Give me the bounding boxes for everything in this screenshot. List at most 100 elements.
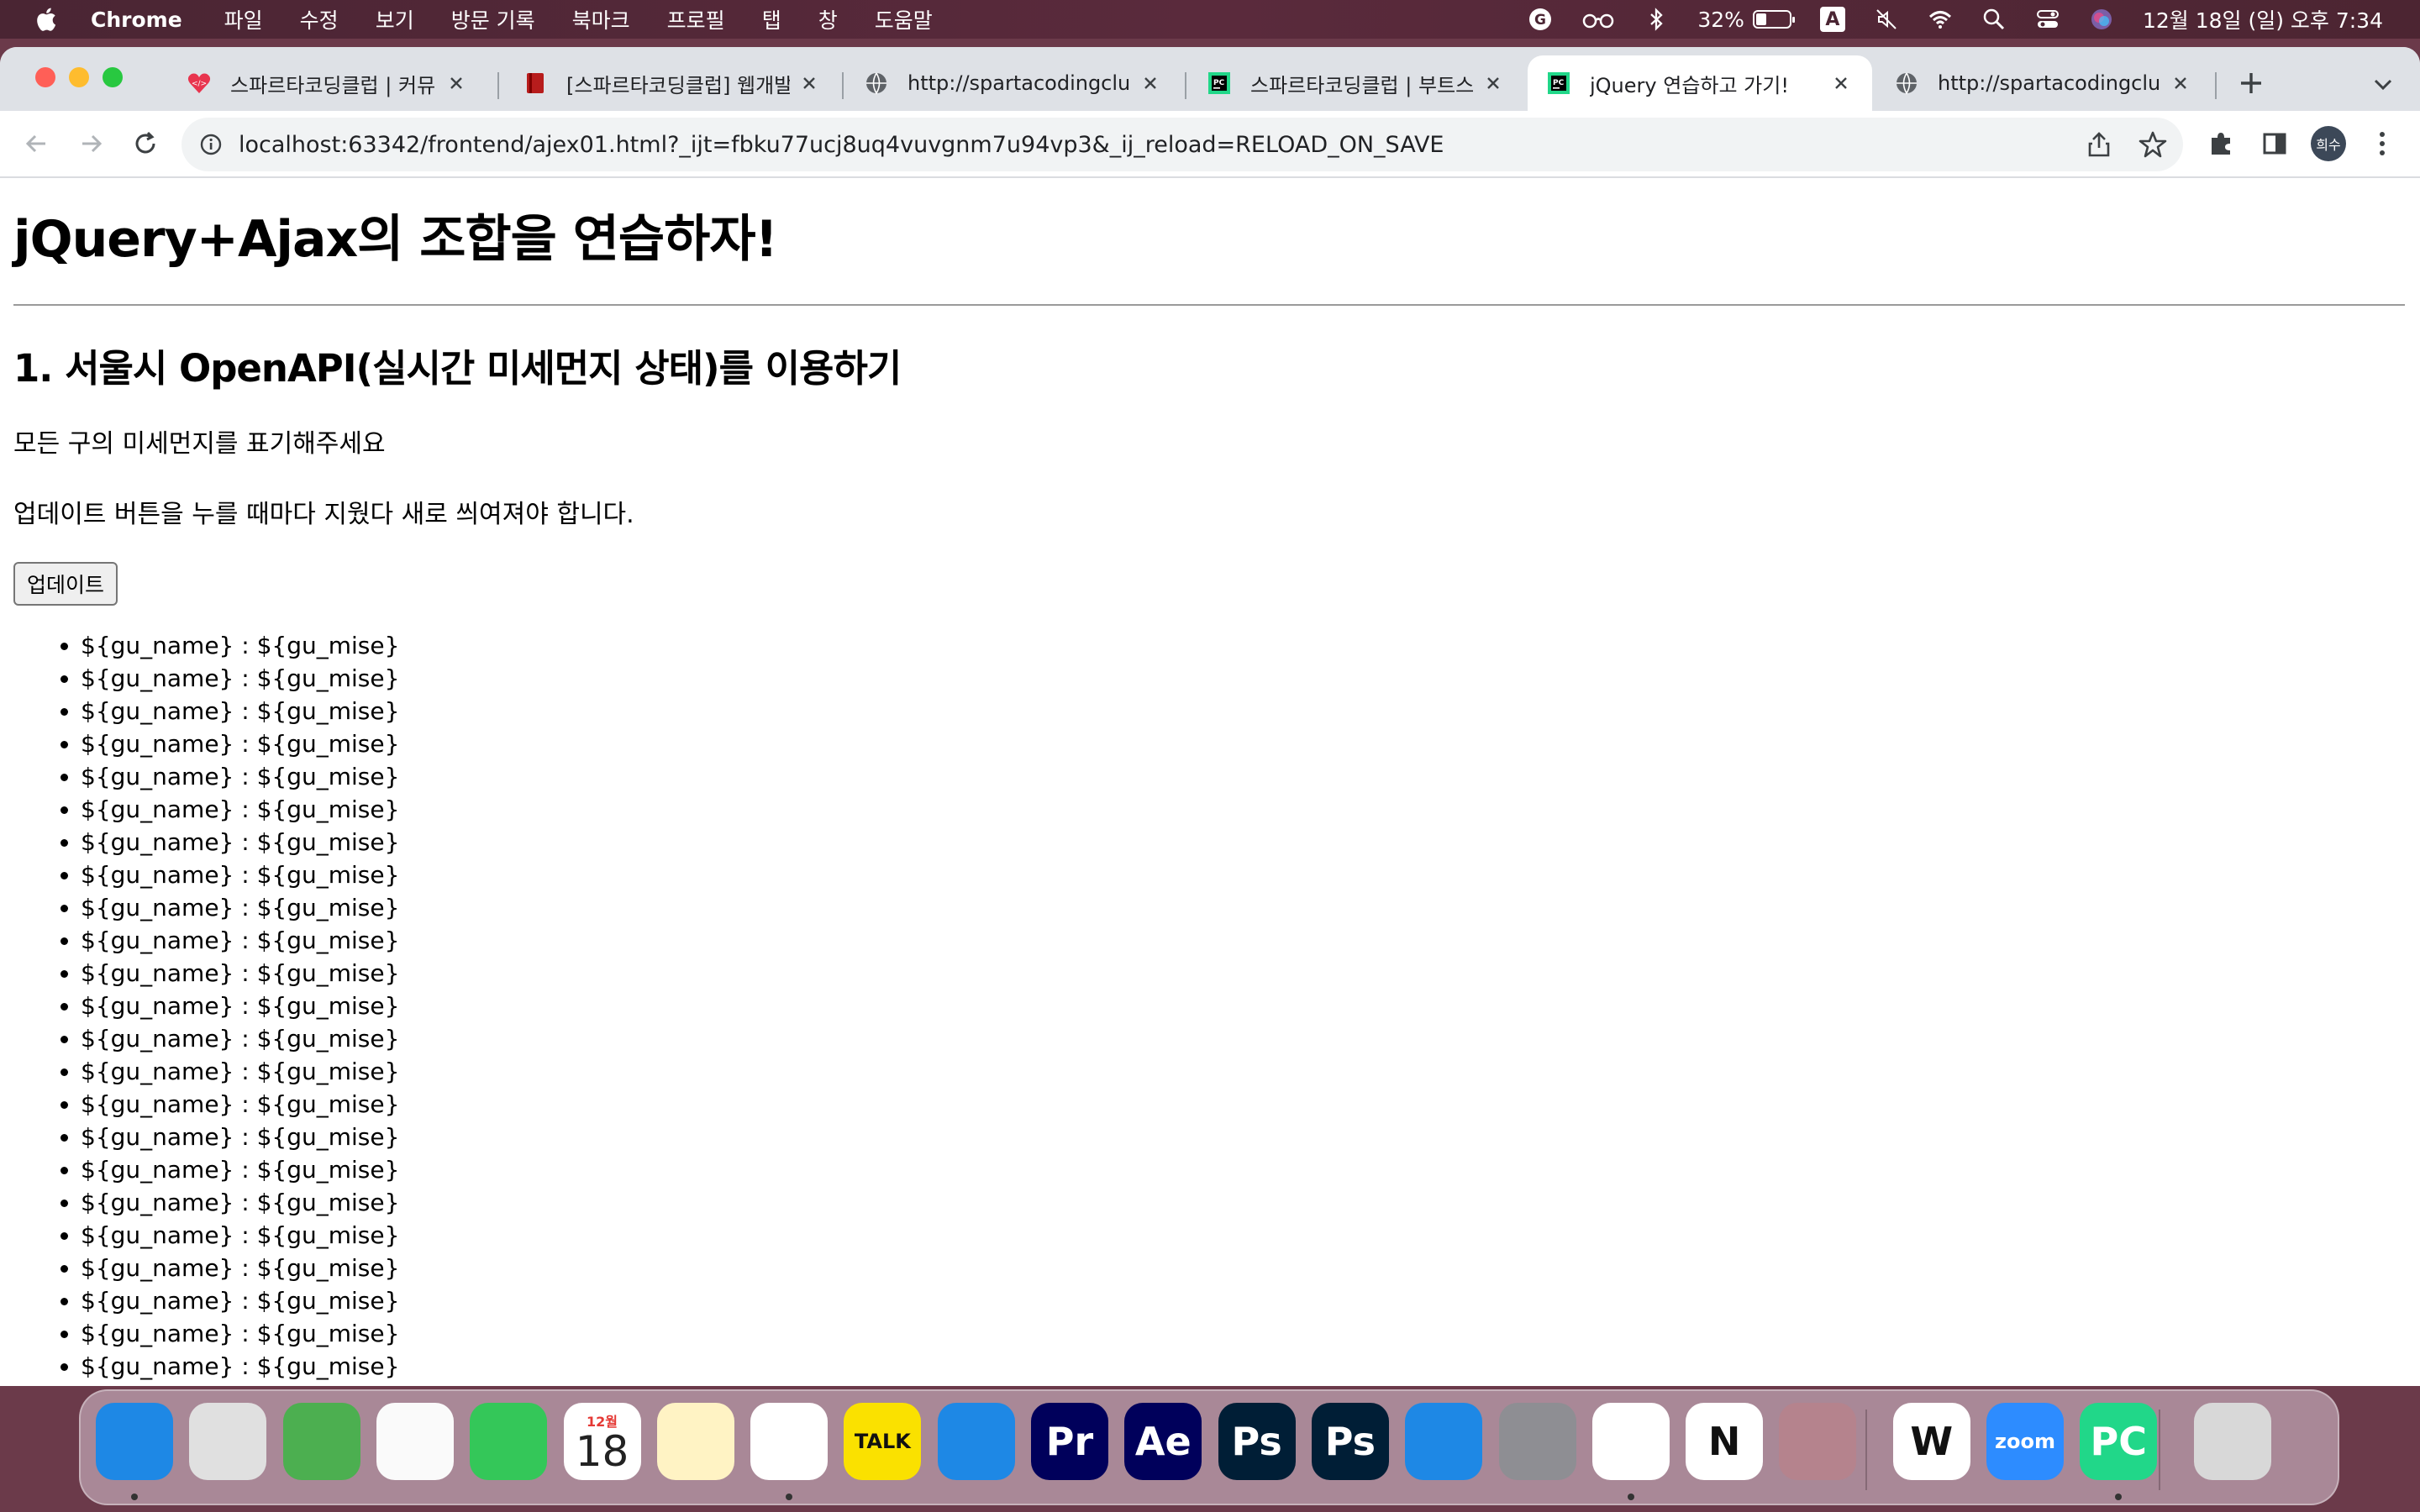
back-arrow-icon xyxy=(25,134,45,153)
instruction-text-2: 업데이트 버튼을 누를 때마다 지웠다 새로 씌여져야 합니다. xyxy=(13,500,634,529)
update-button[interactable]: 업데이트 xyxy=(13,562,118,606)
apple-icon[interactable] xyxy=(34,6,57,33)
dock-separator xyxy=(2159,1410,2160,1490)
finder-icon[interactable] xyxy=(96,1403,173,1480)
svg-text:</>: </> xyxy=(192,80,207,88)
window-minimize-button[interactable] xyxy=(69,67,89,87)
zoom-icon[interactable]: zoom xyxy=(1986,1403,2064,1480)
list-item: ${gu_name} : ${gu_mise} xyxy=(81,760,2420,793)
tab-spartacodingclub-url-2[interactable]: http://spartacodingclub. xyxy=(1876,55,2212,111)
tab-close-icon[interactable] xyxy=(444,71,469,96)
dock-app-label: N xyxy=(1707,1419,1741,1464)
puzzle-piece-icon xyxy=(2212,133,2230,155)
bookmark-star-icon[interactable] xyxy=(2138,129,2168,160)
list-item: ${gu_name} : ${gu_mise} xyxy=(81,891,2420,924)
app-store-icon[interactable] xyxy=(1405,1403,1483,1480)
menu-help[interactable]: 도움말 xyxy=(875,4,933,34)
photos-icon[interactable] xyxy=(376,1403,454,1480)
menu-history[interactable]: 방문 기록 xyxy=(451,4,535,34)
system-preferences-icon[interactable] xyxy=(1498,1403,1576,1480)
tab-close-icon[interactable] xyxy=(1828,71,1854,96)
grammarly-icon[interactable]: G xyxy=(1528,7,1553,32)
list-item: ${gu_name} : ${gu_mise} xyxy=(81,990,2420,1022)
tab-title: http://spartacodingclub. xyxy=(1938,71,2161,95)
dock-app-label: Ps xyxy=(1231,1419,1282,1464)
premiere-icon[interactable]: Pr xyxy=(1031,1403,1108,1480)
forward-arrow-icon xyxy=(82,134,103,153)
tab-jquery-practice[interactable]: PC jQuery 연습하고 가기! xyxy=(1528,55,1872,111)
word-icon[interactable]: W xyxy=(1892,1403,1970,1480)
menu-edit[interactable]: 수정 xyxy=(300,4,339,34)
back-button[interactable] xyxy=(18,126,54,161)
siri-icon[interactable] xyxy=(2089,7,2114,32)
notes-icon[interactable] xyxy=(656,1403,734,1480)
extensions-button[interactable] xyxy=(2203,126,2238,161)
wifi-icon[interactable] xyxy=(1928,7,1953,32)
kakaotalk-icon[interactable]: TALK xyxy=(844,1403,922,1480)
list-item: ${gu_name} : ${gu_mise} xyxy=(81,727,2420,760)
tab-title: http://spartacodingclub. xyxy=(908,71,1131,95)
tab-title: 스파르타코딩클럽 | 부트스트 xyxy=(1250,73,1474,97)
after-effects-icon[interactable]: Ae xyxy=(1124,1403,1202,1480)
address-bar[interactable]: localhost:63342/frontend/ajex01.html?_ij… xyxy=(182,118,2183,171)
tab-close-icon[interactable] xyxy=(797,71,822,96)
input-source-icon[interactable]: A xyxy=(1819,7,1845,32)
tab-sparta-community[interactable]: </> 스파르타코딩클럽 | 커뮤니티 xyxy=(168,55,487,111)
trash-icon[interactable] xyxy=(2193,1403,2271,1480)
photoshop-beta-icon[interactable]: Ps xyxy=(1311,1403,1389,1480)
tab-sparta-bootstrap[interactable]: PC 스파르타코딩클럽 | 부트스트 xyxy=(1188,55,1524,111)
safari-icon[interactable] xyxy=(937,1403,1015,1480)
menu-profiles[interactable]: 프로필 xyxy=(667,4,725,34)
chrome-icon[interactable] xyxy=(750,1403,829,1480)
forward-button[interactable] xyxy=(74,126,109,161)
menubar-clock[interactable]: 12월 18일 (일) 오후 7:34 xyxy=(2143,4,2383,34)
side-panel-button[interactable] xyxy=(2257,126,2292,161)
list-item: ${gu_name} : ${gu_mise} xyxy=(81,924,2420,957)
menu-window[interactable]: 창 xyxy=(818,4,838,34)
menu-bookmarks[interactable]: 북마크 xyxy=(572,4,630,34)
control-center-icon[interactable] xyxy=(2035,7,2060,32)
battery-status[interactable]: 32% xyxy=(1697,7,1795,32)
bluetooth-icon[interactable] xyxy=(1644,7,1669,32)
site-info-icon[interactable] xyxy=(198,132,224,157)
menu-file[interactable]: 파일 xyxy=(224,4,263,34)
spotlight-search-icon[interactable] xyxy=(1981,7,2007,32)
battery-percent: 32% xyxy=(1697,7,1744,32)
reload-button[interactable] xyxy=(128,126,163,161)
app-name-menu[interactable]: Chrome xyxy=(91,8,182,32)
tab-close-icon[interactable] xyxy=(1481,71,1506,96)
notion-icon[interactable]: N xyxy=(1686,1403,1764,1480)
profile-button[interactable]: 희수 xyxy=(2311,126,2346,161)
menu-view[interactable]: 보기 xyxy=(376,4,414,34)
tab-sparta-webdev[interactable]: [스파르타코딩클럽] 웹개발 종 xyxy=(504,55,840,111)
share-icon[interactable] xyxy=(2084,129,2114,160)
tab-close-icon[interactable] xyxy=(1138,71,1163,96)
pycharm-icon: PC xyxy=(1548,72,1570,94)
dock-app-label: zoom xyxy=(1995,1430,2055,1453)
glasses-app-icon[interactable] xyxy=(1779,1403,1857,1480)
photoshop-icon[interactable]: Ps xyxy=(1218,1403,1296,1480)
window-zoom-button[interactable] xyxy=(103,67,123,87)
menu-tab[interactable]: 탭 xyxy=(762,4,781,34)
list-item: ${gu_name} : ${gu_mise} xyxy=(81,1317,2420,1350)
list-item: ${gu_name} : ${gu_mise} xyxy=(81,1383,2420,1386)
window-close-button[interactable] xyxy=(35,67,55,87)
chrome-menu-button[interactable] xyxy=(2365,126,2400,161)
list-item: ${gu_name} : ${gu_mise} xyxy=(81,1186,2420,1219)
launchpad-icon[interactable] xyxy=(189,1403,267,1480)
slack-icon[interactable] xyxy=(1591,1403,1670,1480)
muted-icon[interactable] xyxy=(1874,7,1899,32)
url-text[interactable]: localhost:63342/frontend/ajex01.html?_ij… xyxy=(239,132,1444,158)
tab-title: [스파르타코딩클럽] 웹개발 종 xyxy=(566,73,790,97)
new-tab-plus-icon[interactable] xyxy=(2237,69,2265,97)
tab-close-icon[interactable] xyxy=(2168,71,2193,96)
calendar-icon[interactable]: 12월 18 xyxy=(563,1403,641,1480)
maps-icon[interactable] xyxy=(282,1403,360,1480)
pycharm-icon[interactable]: PC xyxy=(2080,1403,2158,1480)
tab-spartacodingclub-url[interactable]: http://spartacodingclub. xyxy=(845,55,1181,111)
list-item: ${gu_name} : ${gu_mise} xyxy=(81,858,2420,891)
tab-search-chevron-down-icon[interactable] xyxy=(2370,71,2396,97)
glasses-icon[interactable] xyxy=(1581,7,1615,32)
reload-icon xyxy=(135,131,155,154)
facetime-icon[interactable] xyxy=(470,1403,548,1480)
